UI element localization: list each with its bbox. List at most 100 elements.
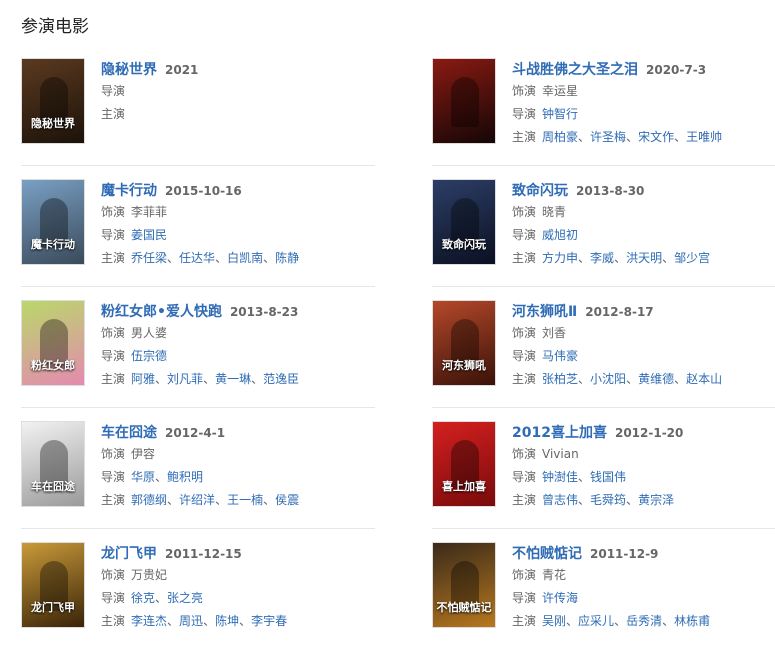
person-link[interactable]: 赵本山 (686, 372, 722, 386)
person-link[interactable]: 许圣梅 (590, 130, 626, 144)
role-value: 青花 (542, 568, 567, 582)
director-label: 导演 (101, 228, 126, 242)
role-value: 刘香 (542, 326, 567, 340)
row-divider (432, 165, 775, 166)
person-link[interactable]: 乔任梁 (131, 251, 167, 265)
person-link[interactable]: 洪天明 (626, 251, 662, 265)
person-link[interactable]: 邹少宫 (674, 251, 710, 265)
cast-label: 主演 (512, 614, 537, 628)
film-poster[interactable]: 河东狮吼 (432, 300, 496, 386)
person-link[interactable]: 黄维德 (638, 372, 674, 386)
person-link[interactable]: 侯震 (275, 493, 299, 507)
person-link[interactable]: 李连杰 (131, 614, 167, 628)
film-title-line: 粉红女郎•爱人快跑 2013-8-23 (101, 300, 375, 322)
film-title-link[interactable]: 车在囧途 (101, 425, 157, 441)
person-link[interactable]: 毛舜筠 (590, 493, 626, 507)
person-link[interactable]: 吴刚 (542, 614, 566, 628)
person-link[interactable]: 陈静 (275, 251, 299, 265)
person-link[interactable]: 伍宗德 (131, 349, 167, 363)
film-title-link[interactable]: 河东狮吼Ⅱ (512, 304, 577, 320)
separator: 、 (578, 372, 591, 386)
separator: 、 (215, 493, 228, 507)
person-link[interactable]: 鲍积明 (167, 470, 203, 484)
person-link[interactable]: 钟澍佳 (542, 470, 578, 484)
person-link[interactable]: 陈坤 (215, 614, 239, 628)
person-link[interactable]: 威旭初 (542, 228, 578, 242)
person-link[interactable]: 王一楠 (227, 493, 263, 507)
person-link[interactable]: 白凯南 (227, 251, 263, 265)
film-title-link[interactable]: 粉红女郎•爱人快跑 (101, 304, 222, 320)
person-link[interactable]: 任达华 (179, 251, 215, 265)
director-row: 导演 华原、鲍积明 (101, 466, 375, 489)
director-row: 导演 许传海 (512, 587, 775, 610)
person-link[interactable]: 黄宗泽 (638, 493, 674, 507)
director-row: 导演 徐克、张之亮 (101, 587, 375, 610)
director-label: 导演 (512, 470, 537, 484)
row-divider (432, 286, 775, 287)
person-link[interactable]: 应采儿 (578, 614, 614, 628)
person-link[interactable]: 周迅 (179, 614, 203, 628)
person-link[interactable]: 华原 (131, 470, 155, 484)
separator: 、 (263, 251, 276, 265)
person-link[interactable]: 宋文作 (638, 130, 674, 144)
role-label: 饰演 (101, 326, 126, 340)
film-title-link[interactable]: 致命闪玩 (512, 183, 568, 199)
person-link[interactable]: 钟智行 (542, 107, 578, 121)
person-link[interactable]: 徐克 (131, 591, 155, 605)
film-poster[interactable]: 龙门飞甲 (21, 542, 85, 628)
person-link[interactable]: 钱国伟 (590, 470, 626, 484)
person-link[interactable]: 方力申 (542, 251, 578, 265)
film-poster[interactable] (432, 58, 496, 144)
role-value: 李菲菲 (131, 205, 168, 219)
director-label: 导演 (101, 349, 126, 363)
film-card: 粉红女郎 粉红女郎•爱人快跑 2013-8-23 饰演 男人婆 导演 伍宗德 主演 阿雅、刘凡菲… (21, 300, 375, 410)
person-link[interactable]: 范逸臣 (263, 372, 299, 386)
person-link[interactable]: 刘凡菲 (167, 372, 203, 386)
film-poster[interactable]: 不怕贼惦记 (432, 542, 496, 628)
film-title-link[interactable]: 斗战胜佛之大圣之泪 (512, 62, 638, 78)
film-title-link[interactable]: 2012喜上加喜 (512, 425, 607, 441)
person-link[interactable]: 黄一琳 (215, 372, 251, 386)
person-link[interactable]: 阿雅 (131, 372, 155, 386)
person-link[interactable]: 姜国民 (131, 228, 167, 242)
film-poster[interactable]: 致命闪玩 (432, 179, 496, 265)
film-poster[interactable]: 喜上加喜 (432, 421, 496, 507)
director-row: 导演 马伟豪 (512, 345, 775, 368)
film-title-link[interactable]: 魔卡行动 (101, 183, 157, 199)
person-link[interactable]: 许绍洋 (179, 493, 215, 507)
person-link[interactable]: 曾志伟 (542, 493, 578, 507)
person-link[interactable]: 岳秀清 (626, 614, 662, 628)
film-poster[interactable]: 粉红女郎 (21, 300, 85, 386)
person-link[interactable]: 马伟豪 (542, 349, 578, 363)
person-link[interactable]: 张柏芝 (542, 372, 578, 386)
section-title: 参演电影 (21, 17, 89, 37)
separator: 、 (626, 130, 639, 144)
role-value: 万贵妃 (131, 568, 168, 582)
release-date: 2011-12-9 (590, 547, 659, 561)
person-link[interactable]: 小沈阳 (590, 372, 626, 386)
film-poster[interactable]: 隐秘世界 (21, 58, 85, 144)
film-title-line: 致命闪玩 2013-8-30 (512, 179, 775, 201)
release-date: 2012-1-20 (614, 426, 684, 440)
person-link[interactable]: 李宇春 (251, 614, 287, 628)
person-link[interactable]: 林栋甫 (674, 614, 710, 628)
row-divider (432, 528, 775, 529)
person-link[interactable]: 王唯帅 (686, 130, 722, 144)
film-title-link[interactable]: 龙门飞甲 (101, 546, 157, 562)
film-title-line: 不怕贼惦记 2011-12-9 (512, 542, 775, 564)
person-link[interactable]: 张之亮 (167, 591, 203, 605)
role-row: 饰演 李菲菲 (101, 201, 375, 224)
director-label: 导演 (101, 470, 126, 484)
separator: 、 (578, 493, 591, 507)
film-poster[interactable]: 车在囧途 (21, 421, 85, 507)
film-title-link[interactable]: 隐秘世界 (101, 62, 157, 78)
people-list: 阿雅、刘凡菲、黄一琳、范逸臣 (131, 372, 299, 386)
row-divider (21, 528, 375, 529)
people-list: 方力申、李威、洪天明、邹少宫 (542, 251, 710, 265)
person-link[interactable]: 李威 (590, 251, 614, 265)
person-link[interactable]: 许传海 (542, 591, 578, 605)
film-title-link[interactable]: 不怕贼惦记 (512, 546, 582, 562)
person-link[interactable]: 郭德纲 (131, 493, 167, 507)
person-link[interactable]: 周柏豪 (542, 130, 578, 144)
film-poster[interactable]: 魔卡行动 (21, 179, 85, 265)
